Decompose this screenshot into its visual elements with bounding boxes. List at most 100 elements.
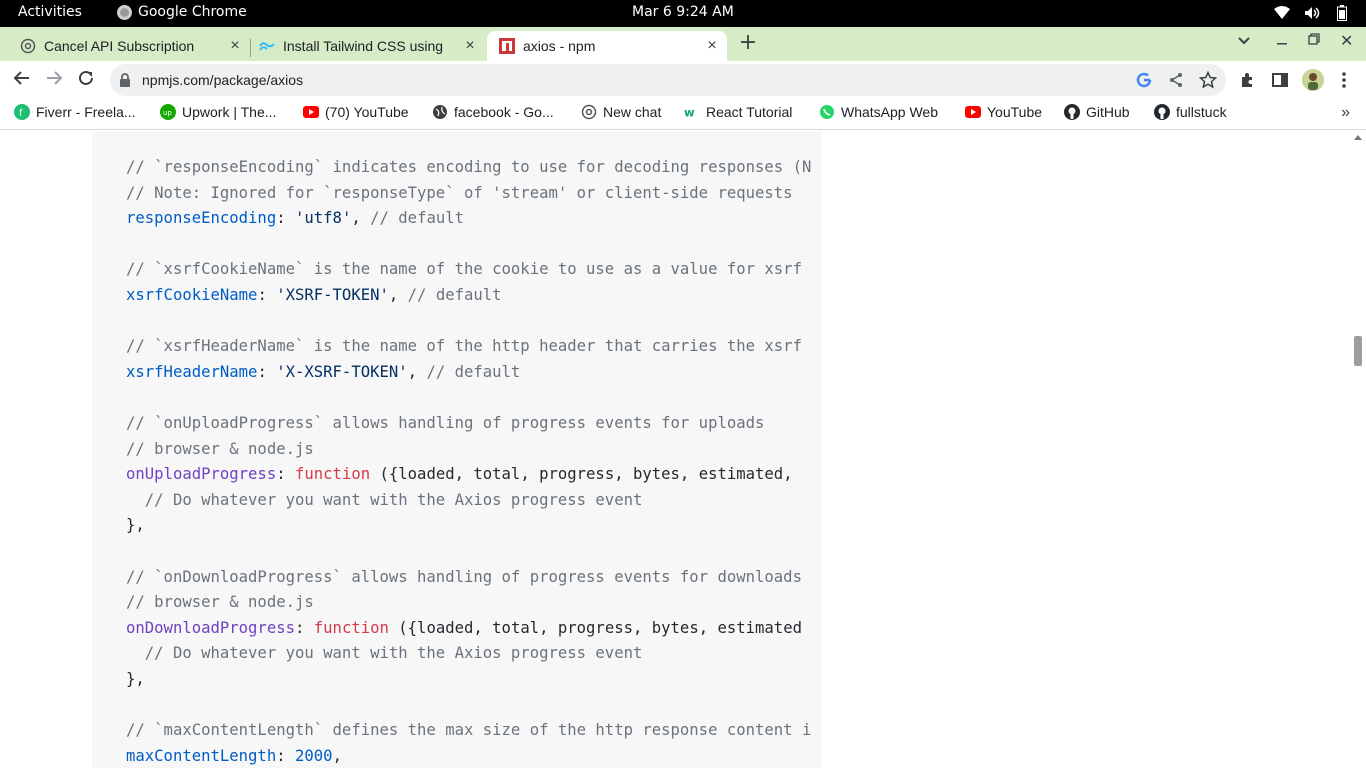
scroll-up-arrow-icon[interactable] (1354, 135, 1362, 140)
bookmark-whatsapp[interactable]: WhatsApp Web (819, 104, 938, 120)
code-token: maxContentLength (126, 746, 277, 765)
code-line: // `xsrfHeaderName` is the name of the h… (126, 334, 811, 360)
tab-search-icon[interactable] (1237, 34, 1251, 50)
close-tab-icon[interactable]: × (703, 37, 721, 55)
restore-button[interactable] (1308, 33, 1320, 49)
code-token: , (332, 746, 342, 765)
code-line: // `onDownloadProgress` allows handling … (126, 565, 811, 591)
code-line: // browser & node.js (126, 437, 811, 463)
bookmark-fullstuck[interactable]: fullstuck (1154, 104, 1227, 120)
close-tab-icon[interactable]: × (226, 37, 244, 55)
code-token: 'utf8' (295, 209, 352, 228)
code-token: onDownloadProgress (126, 618, 295, 637)
tab-title: Cancel API Subscription (44, 38, 195, 54)
code-line: // Note: Ignored for `responseType` of '… (126, 181, 811, 207)
extensions-icon[interactable] (1238, 70, 1258, 90)
code-token: // browser & node.js (126, 593, 314, 612)
system-top-bar: Activities Google Chrome Mar 6 9:24 AM (0, 0, 1366, 27)
code-token: // `onDownloadProgress` allows handling … (126, 567, 802, 586)
scroll-thumb[interactable] (1354, 336, 1362, 366)
youtube-icon (303, 104, 319, 120)
code-content: // `responseEncoding` indicates encoding… (126, 155, 811, 768)
code-token: xsrfCookieName (126, 285, 258, 304)
activities-button[interactable]: Activities (18, 4, 82, 20)
bookmark-label: React Tutorial (706, 104, 793, 120)
code-token: : (276, 209, 295, 228)
bookmark-new-chat[interactable]: New chat (581, 104, 661, 120)
bookmark-upwork[interactable]: up Upwork | The... (160, 104, 276, 120)
code-token: function (313, 618, 389, 637)
code-token: , (407, 362, 427, 381)
forward-button[interactable] (43, 69, 65, 91)
whatsapp-icon (819, 104, 835, 120)
tab-title: axios - npm (523, 38, 596, 54)
code-token: // Do whatever you want with the Axios p… (126, 644, 643, 663)
code-token: 2000 (295, 746, 333, 765)
google-lens-icon[interactable] (1135, 71, 1153, 89)
code-token: ({loaded, total, progress, bytes, estima… (388, 618, 802, 637)
code-line: // `onUploadProgress` allows handling of… (126, 411, 811, 437)
bookmark-fiverr[interactable]: f Fiverr - Freela... (14, 104, 136, 120)
code-token: // `xsrfCookieName` is the name of the c… (126, 260, 802, 279)
new-tab-button[interactable]: + (737, 32, 759, 54)
tab-install-tailwind[interactable]: Install Tailwind CSS using × (251, 31, 485, 61)
w3schools-icon: w (684, 104, 700, 120)
chrome-menu-icon[interactable] (1334, 70, 1354, 90)
code-token: : (257, 362, 277, 381)
bookmark-label: WhatsApp Web (841, 104, 939, 120)
code-token: responseEncoding (126, 209, 277, 228)
clock[interactable]: Mar 6 9:24 AM (632, 4, 734, 20)
share-icon[interactable] (1167, 71, 1185, 89)
bookmark-react-tutorial[interactable]: w React Tutorial (684, 104, 792, 120)
reload-button[interactable] (75, 69, 97, 91)
upwork-icon: up (160, 104, 176, 120)
profile-avatar[interactable] (1302, 69, 1324, 91)
code-token: onUploadProgress (126, 465, 277, 484)
code-line: // Do whatever you want with the Axios p… (126, 488, 811, 514)
tab-cancel-api-subscription[interactable]: Cancel API Subscription × (12, 31, 250, 61)
battery-icon (1334, 5, 1350, 21)
bookmark-label: New chat (603, 104, 662, 120)
side-panel-icon[interactable] (1270, 70, 1290, 90)
bookmark-youtube-70[interactable]: (70) YouTube (303, 104, 409, 120)
close-tab-icon[interactable]: × (461, 37, 479, 55)
close-window-button[interactable]: ✕ (1340, 31, 1353, 50)
bookmark-youtube[interactable]: YouTube (965, 104, 1042, 120)
code-token: }, (126, 669, 145, 688)
more-bookmarks-icon[interactable]: » (1341, 104, 1350, 122)
code-token: // Do whatever you want with the Axios p… (126, 490, 643, 509)
tab-axios-npm[interactable]: axios - npm × (487, 31, 727, 61)
code-line: // `maxContentLength` defines the max si… (126, 718, 811, 744)
npm-icon (499, 38, 515, 54)
system-tray[interactable] (1274, 5, 1350, 21)
site-info-icon[interactable] (118, 72, 134, 88)
bookmark-facebook[interactable]: facebook - Go... (432, 104, 554, 120)
github-icon (1154, 104, 1170, 120)
bookmark-github[interactable]: GitHub (1064, 104, 1130, 120)
tailwind-icon (259, 38, 275, 54)
address-bar[interactable]: npmjs.com/package/axios (110, 64, 1226, 96)
code-token: : (257, 285, 277, 304)
page-scrollbar[interactable] (1350, 131, 1366, 768)
bookmark-label: YouTube (987, 104, 1043, 120)
code-block: // `responseEncoding` indicates encoding… (92, 131, 822, 768)
back-button[interactable] (11, 69, 33, 91)
svg-text:w: w (684, 105, 695, 119)
code-line: onUploadProgress: function ({loaded, tot… (126, 462, 811, 488)
bookmark-label: Fiverr - Freela... (36, 104, 136, 120)
bookmark-label: GitHub (1086, 104, 1130, 120)
volume-icon (1304, 5, 1320, 21)
youtube-icon (965, 104, 981, 120)
code-token: // browser & node.js (126, 439, 314, 458)
bookmark-star-icon[interactable] (1199, 71, 1217, 89)
browser-toolbar: npmjs.com/package/axios (0, 61, 1366, 98)
url-text: npmjs.com/package/axios (142, 72, 304, 88)
code-line: }, (126, 667, 811, 693)
svg-text:f: f (19, 108, 23, 119)
app-menu[interactable]: Google Chrome (117, 4, 247, 20)
minimize-button[interactable] (1276, 33, 1288, 49)
